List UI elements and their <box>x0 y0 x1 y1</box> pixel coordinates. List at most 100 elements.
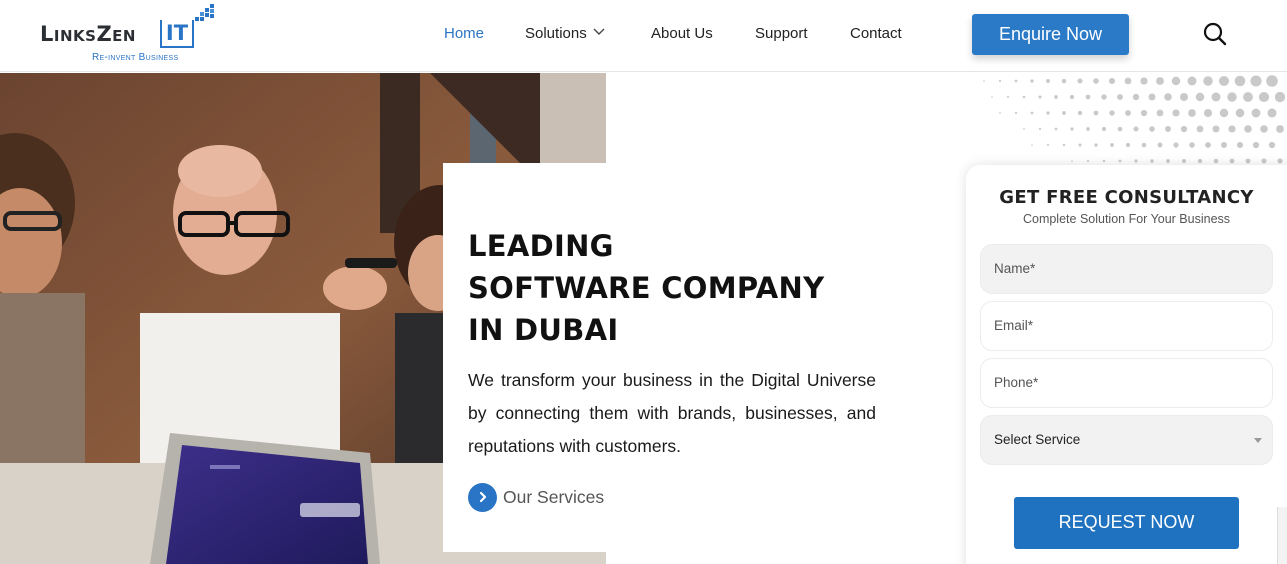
decor-dot <box>1251 108 1261 118</box>
nav-solutions[interactable]: Solutions <box>525 25 605 42</box>
decor-dot <box>1234 75 1246 87</box>
request-now-button[interactable]: REQUEST NOW <box>1014 497 1239 549</box>
decor-dot <box>1148 93 1156 101</box>
decor-dot <box>1140 77 1148 85</box>
decor-dot <box>1062 111 1066 115</box>
decor-dot <box>1156 109 1164 117</box>
decor-dot <box>1125 142 1131 148</box>
decor-dot <box>1274 91 1286 103</box>
decor-dot <box>1229 158 1235 164</box>
nav-support[interactable]: Support <box>755 25 808 42</box>
nav-about-us[interactable]: About Us <box>651 25 713 42</box>
our-services-link[interactable]: Our Services <box>468 482 604 512</box>
decor-dot <box>1235 108 1245 118</box>
logo-it-mark: IT <box>160 20 194 48</box>
our-services-label: Our Services <box>503 486 605 507</box>
decor-dot <box>1093 78 1099 84</box>
search-icon[interactable] <box>1202 21 1228 47</box>
decor-dot <box>1165 126 1171 132</box>
decor-dot <box>1156 77 1164 85</box>
chevron-right-icon <box>468 482 497 512</box>
decor-dot <box>1268 141 1276 149</box>
decor-dot <box>1046 79 1050 83</box>
decor-dot <box>1110 143 1114 147</box>
hero-title: LEADING SOFTWARE COMPANY IN DUBAI <box>468 225 824 351</box>
decor-dot <box>1266 75 1278 87</box>
decor-dot <box>1124 77 1132 85</box>
decor-dot <box>1023 128 1025 130</box>
decor-dot <box>1030 79 1034 83</box>
nav-solutions-label: Solutions <box>525 25 587 42</box>
decor-dot <box>983 80 985 82</box>
decor-dot <box>1054 95 1058 99</box>
nav-home[interactable]: Home <box>444 25 484 42</box>
decor-dot <box>1180 125 1188 133</box>
service-select-value: Select Service <box>994 432 1081 447</box>
logo-tagline: Re-invent Business <box>92 52 179 63</box>
decor-dot <box>1260 125 1268 133</box>
decor-dot <box>1250 75 1262 87</box>
chevron-down-icon <box>593 28 605 35</box>
hero-description: We transform your business in the Digita… <box>468 370 876 456</box>
logo-wordmark: LinksZen <box>40 22 136 46</box>
decor-dot <box>1228 125 1236 133</box>
decor-dot <box>1258 91 1270 103</box>
decor-dot <box>1173 142 1179 148</box>
hero-title-line: IN DUBAI <box>468 313 619 347</box>
decor-dot <box>1125 110 1131 116</box>
decor-dot <box>1085 94 1091 100</box>
decor-dot <box>999 112 1001 114</box>
decor-dot <box>1219 108 1229 118</box>
decor-dot <box>1109 110 1115 116</box>
caret-down-icon <box>1254 438 1262 443</box>
enquire-now-button[interactable]: Enquire Now <box>972 14 1129 55</box>
decor-dot <box>1267 108 1277 118</box>
decor-dot <box>1069 94 1075 100</box>
decor-dot <box>1062 143 1066 147</box>
decor-dot <box>1203 76 1213 86</box>
decor-dot <box>1087 160 1089 162</box>
decor-dot <box>991 96 993 98</box>
decor-dot <box>1101 94 1107 100</box>
decor-dot <box>1030 111 1034 115</box>
recaptcha-badge[interactable] <box>1277 507 1287 564</box>
decor-dot <box>1277 158 1283 164</box>
decor-dot <box>1188 109 1196 117</box>
nav-contact[interactable]: Contact <box>850 25 902 42</box>
logo[interactable]: LinksZen IT Re-invent Business <box>40 4 220 66</box>
decor-dot <box>1077 110 1083 116</box>
form-subtitle: Complete Solution For Your Business <box>1022 212 1231 226</box>
decor-dot <box>1236 141 1244 149</box>
decor-dot <box>1150 159 1154 163</box>
decor-dot <box>1078 143 1082 147</box>
decor-dot <box>1172 109 1180 117</box>
decor-dot <box>1213 158 1219 164</box>
decor-dot <box>1007 96 1009 98</box>
decor-dot <box>1180 93 1188 101</box>
decor-dot <box>1227 92 1237 102</box>
hero-title-line: LEADING <box>468 229 614 263</box>
decor-dot <box>1261 158 1267 164</box>
name-field[interactable]: Name* <box>980 244 1273 294</box>
decor-dot <box>1164 93 1172 101</box>
decor-dot <box>1218 75 1230 87</box>
decor-dot <box>1093 110 1099 116</box>
decor-dot <box>1196 125 1204 133</box>
email-field[interactable]: Email* <box>980 301 1273 351</box>
decor-dot <box>1038 95 1042 99</box>
decor-dot <box>1077 78 1083 84</box>
decor-dot <box>1212 125 1220 133</box>
decor-dot <box>1117 94 1123 100</box>
phone-field[interactable]: Phone* <box>980 358 1273 408</box>
service-select[interactable]: Select Service <box>980 415 1273 465</box>
site-header: LinksZen IT Re-invent Business Home Solu… <box>0 0 1287 72</box>
decor-dot <box>1061 78 1067 84</box>
decor-dot <box>1149 126 1155 132</box>
consultancy-form: GET FREE CONSULTANCY Complete Solution F… <box>966 165 1287 564</box>
decor-dot <box>1101 126 1107 132</box>
decor-dot <box>1244 125 1252 133</box>
hero-title-line: SOFTWARE COMPANY <box>468 271 825 305</box>
decor-dot <box>1117 126 1123 132</box>
decor-dot <box>1252 141 1260 149</box>
decor-dot <box>1203 108 1213 118</box>
